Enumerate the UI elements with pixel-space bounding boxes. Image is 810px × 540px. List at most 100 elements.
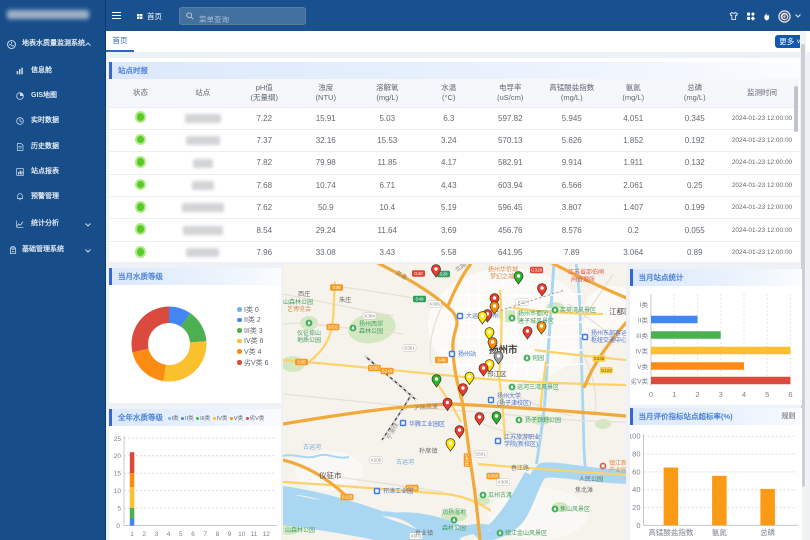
svg-text:S331: S331 (327, 325, 338, 330)
svg-text:地质公园: 地质公园 (296, 336, 320, 344)
svg-text:9: 9 (228, 531, 232, 538)
svg-text:V类: V类 (637, 362, 648, 371)
svg-text:0: 0 (636, 521, 640, 530)
svg-text:焦北滩: 焦北滩 (575, 486, 593, 494)
svg-text:8: 8 (216, 531, 220, 538)
svg-text:高锰酸盐指数: 高锰酸盐指数 (648, 527, 693, 537)
svg-text:艺博览会: 艺博览会 (287, 305, 311, 313)
svg-text:S338: S338 (593, 356, 604, 361)
svg-text:S501: S501 (475, 452, 486, 457)
svg-text:瓜州古渡: 瓜州古渡 (488, 491, 512, 499)
svg-text:江都区: 江都区 (609, 307, 627, 316)
svg-text:S49: S49 (437, 358, 446, 363)
svg-text:100: 100 (630, 432, 641, 441)
svg-text:扬州大学: 扬州大学 (497, 392, 521, 400)
svg-text:人民公园: 人民公园 (579, 476, 603, 483)
svg-text:6: 6 (788, 390, 792, 399)
svg-text:20: 20 (632, 503, 640, 512)
svg-text:焦山风景区: 焦山风景区 (560, 505, 590, 513)
svg-text:80: 80 (632, 450, 640, 459)
svg-text:仪征市: 仪征市 (319, 470, 342, 480)
svg-text:5: 5 (117, 505, 121, 512)
svg-text:山森林公园: 山森林公园 (285, 526, 315, 534)
svg-text:仪征捺山: 仪征捺山 (296, 329, 320, 337)
svg-text:II类: II类 (637, 316, 648, 325)
svg-text:X306: X306 (429, 302, 440, 307)
svg-text:何园: 何园 (532, 354, 544, 362)
svg-text:S301: S301 (404, 346, 415, 351)
svg-text:润扬湿地: 润扬湿地 (441, 508, 465, 516)
svg-text:1: 1 (130, 531, 134, 538)
svg-text:S35: S35 (332, 285, 341, 290)
svg-text:枢纽交通中心: 枢纽交通中心 (591, 336, 627, 344)
svg-text:7: 7 (203, 531, 207, 538)
svg-text:扬州站: 扬州站 (458, 350, 476, 358)
svg-text:S353: S353 (369, 366, 380, 371)
svg-text:X205: X205 (370, 458, 381, 463)
svg-text:11: 11 (251, 531, 258, 538)
svg-text:IV类: IV类 (635, 347, 648, 356)
svg-text:10: 10 (238, 531, 246, 538)
svg-text:扬州西郊: 扬州西郊 (359, 320, 383, 328)
svg-text:镇江金山风景区: 镇江金山风景区 (505, 529, 547, 537)
svg-text:朱庄: 朱庄 (339, 296, 351, 304)
svg-text:总磷: 总磷 (760, 527, 775, 537)
svg-text:华腾工业园区: 华腾工业园区 (409, 420, 445, 428)
svg-text:10: 10 (114, 488, 122, 495)
svg-text:闸管理所: 闸管理所 (571, 276, 595, 284)
svg-text:(扬子津校区): (扬子津校区) (497, 399, 531, 407)
svg-text:X305: X305 (497, 480, 508, 485)
svg-text:5: 5 (179, 531, 183, 538)
svg-text:镇江新村: 镇江新村 (609, 459, 627, 467)
svg-text:江苏省邵伯闸: 江苏省邵伯闸 (568, 268, 604, 276)
svg-text:扬州华侨城: 扬州华侨城 (488, 266, 518, 274)
svg-text:4: 4 (741, 390, 745, 399)
svg-text:S28: S28 (439, 272, 448, 277)
svg-text:G40: G40 (414, 271, 423, 276)
svg-text:0: 0 (116, 523, 120, 530)
svg-text:春江路: 春江路 (511, 464, 529, 472)
svg-text:世业镇: 世业镇 (415, 529, 433, 537)
svg-text:60: 60 (632, 467, 640, 476)
svg-text:江苏旅游职业: 江苏旅游职业 (504, 433, 540, 441)
svg-text:1: 1 (672, 390, 676, 399)
svg-text:扬州市蜀冈: 扬州市蜀冈 (518, 310, 548, 318)
svg-text:扬子颈野公园: 扬子颈野公园 (525, 416, 561, 424)
svg-text:3: 3 (155, 531, 159, 538)
svg-text:氨氮: 氨氮 (711, 527, 726, 537)
svg-text:古运河: 古运河 (396, 458, 414, 466)
svg-text:古运河: 古运河 (303, 443, 321, 451)
svg-text:梦幻之城: 梦幻之城 (490, 273, 514, 281)
svg-text:西庄: 西庄 (298, 290, 310, 298)
svg-text:劣V类: 劣V类 (630, 377, 648, 386)
svg-text:III类: III类 (636, 331, 648, 340)
svg-text:朴席镇: 朴席镇 (419, 447, 438, 455)
svg-text:0: 0 (648, 390, 652, 399)
svg-text:产业园区: 产业园区 (609, 466, 627, 474)
svg-text:40: 40 (632, 485, 640, 494)
svg-text:扬州东部客运: 扬州东部客运 (591, 329, 627, 337)
svg-text:6: 6 (191, 531, 195, 538)
svg-text:邗涛工业园: 邗涛工业园 (383, 487, 413, 495)
svg-text:20: 20 (114, 453, 122, 460)
svg-text:学院(新校区): 学院(新校区) (504, 440, 538, 448)
svg-text:森林公园: 森林公园 (441, 524, 465, 532)
svg-text:12: 12 (263, 531, 271, 538)
svg-text:S356: S356 (487, 474, 498, 479)
svg-text:X304: X304 (364, 314, 375, 319)
svg-text:唐子城风景区: 唐子城风景区 (518, 317, 554, 325)
svg-text:5: 5 (765, 390, 769, 399)
svg-text:15: 15 (114, 470, 122, 477)
svg-text:运河三湾风景区: 运河三湾风景区 (517, 383, 559, 391)
svg-text:I类: I类 (639, 300, 648, 309)
svg-text:S28: S28 (297, 360, 306, 365)
svg-text:2: 2 (695, 390, 699, 399)
svg-text:S243: S243 (381, 369, 392, 374)
svg-text:G4011: G4011 (464, 453, 469, 467)
svg-text:4: 4 (167, 531, 171, 538)
svg-text:25: 25 (114, 435, 122, 442)
svg-text:S125: S125 (341, 495, 352, 500)
svg-text:S122: S122 (601, 368, 612, 373)
svg-text:山森林公园: 山森林公园 (283, 298, 313, 306)
svg-text:2: 2 (142, 531, 146, 538)
